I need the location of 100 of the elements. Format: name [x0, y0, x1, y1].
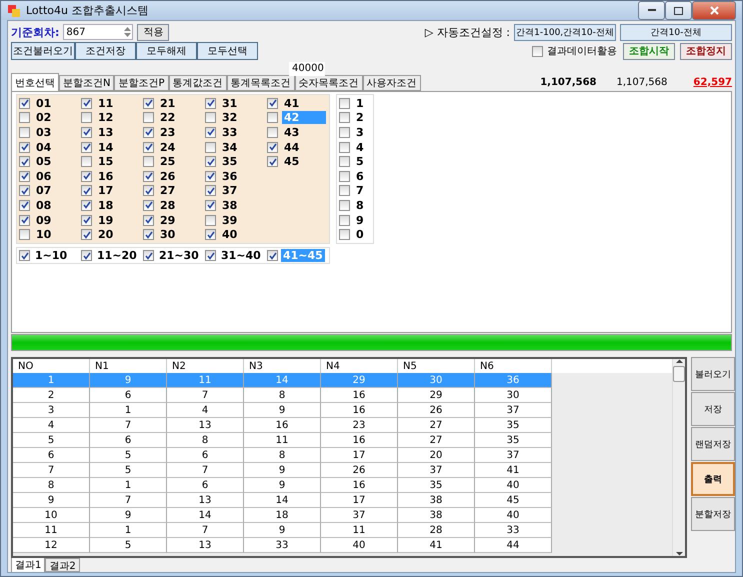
apply-button[interactable]: 적용 — [137, 24, 170, 40]
checkbox[interactable] — [81, 156, 92, 168]
checkbox[interactable] — [205, 112, 216, 124]
checkbox[interactable] — [205, 229, 216, 240]
checkbox[interactable] — [143, 98, 154, 109]
side-button[interactable]: 불러오기 — [691, 357, 735, 391]
result-tab[interactable]: 결과2 — [45, 558, 80, 572]
condition-button[interactable]: 조건불러오기 — [11, 42, 75, 60]
checkbox[interactable] — [143, 112, 154, 124]
checkbox[interactable] — [143, 170, 154, 182]
table-row[interactable]: 9 7 13 14 17 38 45 — [13, 493, 552, 508]
checkbox[interactable] — [205, 98, 216, 109]
checkbox[interactable] — [81, 229, 92, 240]
result-tab[interactable]: 결과1 — [11, 558, 46, 572]
checkbox[interactable] — [81, 98, 92, 109]
checkbox[interactable] — [532, 46, 543, 56]
start-button[interactable]: 조합시작 — [623, 42, 675, 60]
stop-button[interactable]: 조합정지 — [680, 42, 732, 60]
checkbox[interactable] — [205, 156, 216, 168]
table-row[interactable]: 6 5 6 8 17 20 37 — [13, 448, 552, 463]
table-row[interactable]: 8 1 6 9 16 35 40 — [13, 478, 552, 493]
checkbox[interactable] — [19, 112, 30, 124]
checkbox[interactable] — [19, 250, 30, 261]
checkbox[interactable] — [205, 126, 216, 138]
checkbox[interactable] — [339, 142, 350, 153]
checkbox[interactable] — [267, 250, 278, 261]
checkbox[interactable] — [339, 98, 350, 109]
checkbox[interactable] — [81, 200, 92, 211]
tab[interactable]: 통계값조건 — [168, 75, 227, 91]
table-row[interactable]: 11 1 7 9 11 28 33 — [13, 523, 552, 538]
checkbox[interactable] — [81, 185, 92, 196]
tab[interactable]: 사용자조건 — [362, 75, 421, 91]
limit-field[interactable]: 40000 — [289, 62, 325, 76]
tab[interactable]: 통계목록조건 — [226, 75, 295, 91]
tab[interactable]: 분할조건N — [59, 75, 114, 91]
checkbox[interactable] — [339, 112, 350, 124]
table-row[interactable]: 3 1 4 9 16 26 37 — [13, 403, 552, 418]
checkbox[interactable] — [81, 126, 92, 138]
condition-button[interactable]: 조건저장 — [75, 42, 136, 60]
table-row[interactable]: 2 6 7 8 16 29 30 — [13, 388, 552, 403]
side-button[interactable]: 분할저장 — [691, 497, 735, 531]
checkbox[interactable] — [19, 156, 30, 168]
table-row[interactable]: 5 6 8 11 16 27 35 — [13, 433, 552, 448]
maximize-button[interactable] — [665, 1, 692, 20]
condition-button[interactable]: 모두해제 — [136, 42, 197, 60]
checkbox[interactable] — [205, 185, 216, 196]
checkbox[interactable] — [81, 112, 92, 124]
checkbox[interactable] — [143, 214, 154, 226]
checkbox[interactable] — [205, 250, 216, 261]
checkbox[interactable] — [205, 214, 216, 226]
table-row[interactable]: 12 5 13 33 40 41 44 — [13, 538, 552, 553]
checkbox[interactable] — [339, 214, 350, 226]
checkbox[interactable] — [205, 170, 216, 182]
checkbox[interactable] — [19, 229, 30, 240]
checkbox[interactable] — [19, 170, 30, 182]
minimize-button[interactable] — [638, 1, 665, 20]
close-button[interactable] — [692, 1, 736, 20]
table-row[interactable]: 4 7 13 16 23 27 35 — [13, 418, 552, 433]
round-spinner[interactable]: 867 — [63, 24, 134, 40]
checkbox[interactable] — [81, 214, 92, 226]
condition-button[interactable]: 모두선택 — [197, 42, 258, 60]
side-button[interactable]: 저장 — [691, 392, 735, 426]
scroll-down-icon[interactable] — [676, 551, 682, 556]
side-button[interactable]: 랜덤저장 — [691, 427, 735, 461]
checkbox[interactable] — [143, 200, 154, 211]
checkbox[interactable] — [81, 142, 92, 153]
table-row[interactable]: 10 9 14 18 37 38 40 — [13, 508, 552, 523]
checkbox[interactable] — [19, 200, 30, 211]
checkbox[interactable] — [339, 156, 350, 168]
tab[interactable]: 번호선택 — [11, 73, 59, 91]
checkbox[interactable] — [143, 185, 154, 196]
checkbox[interactable] — [267, 126, 278, 138]
side-button[interactable]: 출력 — [691, 462, 735, 496]
checkbox[interactable] — [339, 229, 350, 240]
condition-preset-button[interactable]: 간격10-전체 — [620, 24, 732, 40]
checkbox[interactable] — [143, 229, 154, 240]
checkbox[interactable] — [143, 156, 154, 168]
checkbox[interactable] — [205, 200, 216, 211]
tab[interactable]: 분할조건P — [114, 75, 169, 91]
tab[interactable]: 숫자목록조건 — [294, 75, 363, 91]
checkbox[interactable] — [267, 142, 278, 153]
checkbox[interactable] — [81, 170, 92, 182]
checkbox[interactable] — [339, 200, 350, 211]
checkbox[interactable] — [339, 170, 350, 182]
checkbox[interactable] — [205, 142, 216, 153]
checkbox[interactable] — [339, 126, 350, 138]
checkbox[interactable] — [19, 142, 30, 153]
scrollbar[interactable] — [672, 359, 685, 556]
table-row[interactable]: 7 5 7 9 26 37 41 — [13, 463, 552, 478]
scroll-thumb[interactable] — [673, 366, 685, 382]
checkbox[interactable] — [19, 126, 30, 138]
checkbox[interactable] — [267, 156, 278, 168]
checkbox[interactable] — [143, 142, 154, 153]
condition-preset-button[interactable]: 간격1-100,간격10-전체 — [514, 24, 616, 40]
checkbox[interactable] — [19, 185, 30, 196]
scroll-up-icon[interactable] — [676, 359, 682, 364]
checkbox[interactable] — [19, 98, 30, 109]
checkbox[interactable] — [267, 112, 278, 124]
checkbox[interactable] — [19, 214, 30, 226]
checkbox[interactable] — [81, 250, 92, 261]
